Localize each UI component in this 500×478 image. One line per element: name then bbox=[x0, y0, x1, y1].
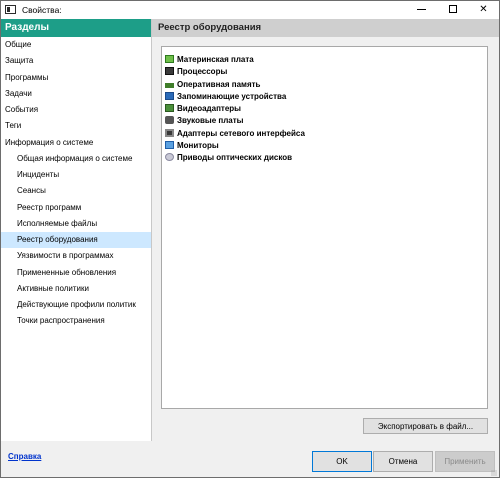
hardware-item-network[interactable]: Адаптеры сетевого интерфейса bbox=[162, 128, 487, 140]
section-sessions[interactable]: Сеансы bbox=[1, 183, 151, 199]
minimize-button[interactable] bbox=[406, 1, 437, 19]
section-tasks[interactable]: Задачи bbox=[1, 86, 151, 102]
page-title: Реестр оборудования bbox=[152, 19, 499, 37]
maximize-button[interactable] bbox=[437, 1, 468, 19]
hardware-item-cpu[interactable]: Процессоры bbox=[162, 66, 487, 78]
network-adapter-icon bbox=[165, 128, 174, 137]
hardware-item-label: Видеоадаптеры bbox=[177, 104, 242, 113]
section-policy-profiles[interactable]: Действующие профили политик bbox=[1, 297, 151, 313]
sections-header: Разделы bbox=[1, 19, 151, 37]
section-system-overview[interactable]: Общая информация о системе bbox=[1, 151, 151, 167]
storage-icon bbox=[165, 91, 174, 100]
hardware-item-monitors[interactable]: Мониторы bbox=[162, 140, 487, 152]
resize-grip[interactable] bbox=[491, 470, 497, 476]
section-programs[interactable]: Программы bbox=[1, 70, 151, 86]
section-vulnerabilities[interactable]: Уязвимости в программах bbox=[1, 248, 151, 264]
section-active-policies[interactable]: Активные политики bbox=[1, 281, 151, 297]
hardware-item-label: Мониторы bbox=[177, 140, 219, 150]
section-hardware-registry[interactable]: Реестр оборудования bbox=[1, 232, 151, 249]
content-panel: Реестр оборудования Материнская плата Пр… bbox=[152, 19, 499, 441]
hardware-tree[interactable]: Материнская плата Процессоры Оперативная… bbox=[161, 46, 488, 409]
section-protection[interactable]: Защита bbox=[1, 53, 151, 69]
hardware-item-optical[interactable]: Приводы оптических дисков bbox=[162, 152, 487, 164]
sections-list: Общие Защита Программы Задачи События Те… bbox=[1, 37, 151, 330]
hardware-item-ram[interactable]: Оперативная память bbox=[162, 79, 487, 91]
hardware-item-label: Оперативная память bbox=[177, 79, 261, 89]
title-bar: Свойства: ✕ bbox=[1, 1, 499, 19]
hardware-item-video[interactable]: Видеоадаптеры bbox=[162, 103, 487, 115]
hardware-item-label: Материнская плата bbox=[177, 55, 254, 64]
section-distribution-points[interactable]: Точки распространения bbox=[1, 313, 151, 329]
hardware-item-sound[interactable]: Звуковые платы bbox=[162, 115, 487, 127]
close-icon: ✕ bbox=[479, 4, 488, 15]
motherboard-icon bbox=[165, 55, 174, 63]
window-icon bbox=[5, 5, 16, 14]
optical-drive-icon bbox=[165, 153, 174, 161]
video-adapter-icon bbox=[165, 104, 174, 112]
hardware-item-label: Адаптеры сетевого интерфейса bbox=[177, 128, 305, 138]
close-button[interactable]: ✕ bbox=[468, 1, 499, 19]
section-applied-updates[interactable]: Примененные обновления bbox=[1, 265, 151, 281]
hardware-item-label: Запоминающие устройства bbox=[177, 91, 287, 101]
section-system-info[interactable]: Информация о системе bbox=[1, 135, 151, 151]
help-link[interactable]: Справка bbox=[8, 452, 41, 461]
section-program-registry[interactable]: Реестр программ bbox=[1, 200, 151, 216]
hardware-item-label: Приводы оптических дисков bbox=[177, 153, 293, 162]
section-incidents[interactable]: Инциденты bbox=[1, 167, 151, 183]
ok-button[interactable]: OK bbox=[312, 451, 372, 472]
ram-icon bbox=[165, 82, 174, 88]
hardware-item-storage[interactable]: Запоминающие устройства bbox=[162, 91, 487, 103]
apply-button[interactable]: Применить bbox=[435, 451, 495, 472]
cancel-button[interactable]: Отмена bbox=[373, 451, 433, 472]
section-events[interactable]: События bbox=[1, 102, 151, 118]
sections-panel: Разделы Общие Защита Программы Задачи Со… bbox=[1, 19, 152, 441]
section-executables[interactable]: Исполняемые файлы bbox=[1, 216, 151, 232]
monitor-icon bbox=[165, 140, 174, 149]
maximize-icon bbox=[448, 5, 457, 14]
window-title: Свойства: bbox=[22, 5, 62, 15]
hardware-item-label: Процессоры bbox=[177, 67, 228, 77]
properties-window: Свойства: ✕ Разделы Общие Защита Програм… bbox=[0, 0, 500, 478]
section-general[interactable]: Общие bbox=[1, 37, 151, 53]
sound-card-icon bbox=[165, 116, 174, 125]
minimize-icon bbox=[417, 8, 426, 10]
hardware-item-label: Звуковые платы bbox=[177, 116, 244, 126]
hardware-item-motherboard[interactable]: Материнская плата bbox=[162, 54, 487, 66]
section-tags[interactable]: Теги bbox=[1, 118, 151, 134]
cpu-icon bbox=[165, 67, 174, 76]
export-to-file-button[interactable]: Экспортировать в файл... bbox=[363, 418, 488, 434]
